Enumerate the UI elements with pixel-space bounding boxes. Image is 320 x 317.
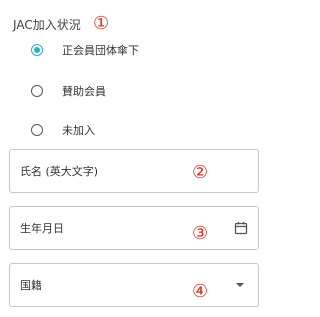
chevron-down-icon[interactable] — [236, 283, 244, 287]
radio-option-not-joined[interactable]: 未加入 — [31, 120, 95, 140]
annotation-marker-3: ③ — [192, 223, 209, 244]
name-input[interactable]: 氏名 (英大文字) — [9, 149, 259, 193]
annotation-marker-1: ① — [93, 13, 110, 34]
calendar-icon[interactable] — [234, 221, 248, 235]
radio-button[interactable] — [31, 85, 43, 97]
birthdate-input-placeholder: 生年月日 — [20, 222, 64, 235]
radio-option-regular-member[interactable]: 正会員団体傘下 — [31, 40, 139, 60]
radio-button[interactable] — [31, 124, 43, 136]
radio-button-selected[interactable] — [31, 44, 43, 56]
annotation-marker-2: ② — [192, 162, 209, 183]
birthdate-input[interactable]: 生年月日 — [9, 206, 259, 250]
annotation-marker-4: ④ — [192, 281, 209, 302]
name-input-placeholder: 氏名 (英大文字) — [20, 165, 99, 178]
nationality-select-placeholder: 国籍 — [20, 279, 42, 292]
nationality-select[interactable]: 国籍 — [9, 263, 259, 307]
jac-status-label: JAC加入状況 — [13, 18, 81, 32]
radio-option-supporting-member[interactable]: 賛助会員 — [31, 81, 106, 101]
radio-option-label: 正会員団体傘下 — [62, 44, 139, 57]
jac-form: JAC加入状況 ① 正会員団体傘下 賛助会員 未加入 氏名 (英大文字) ② 生… — [0, 0, 272, 317]
radio-option-label: 未加入 — [62, 124, 95, 137]
radio-option-label: 賛助会員 — [62, 85, 106, 98]
